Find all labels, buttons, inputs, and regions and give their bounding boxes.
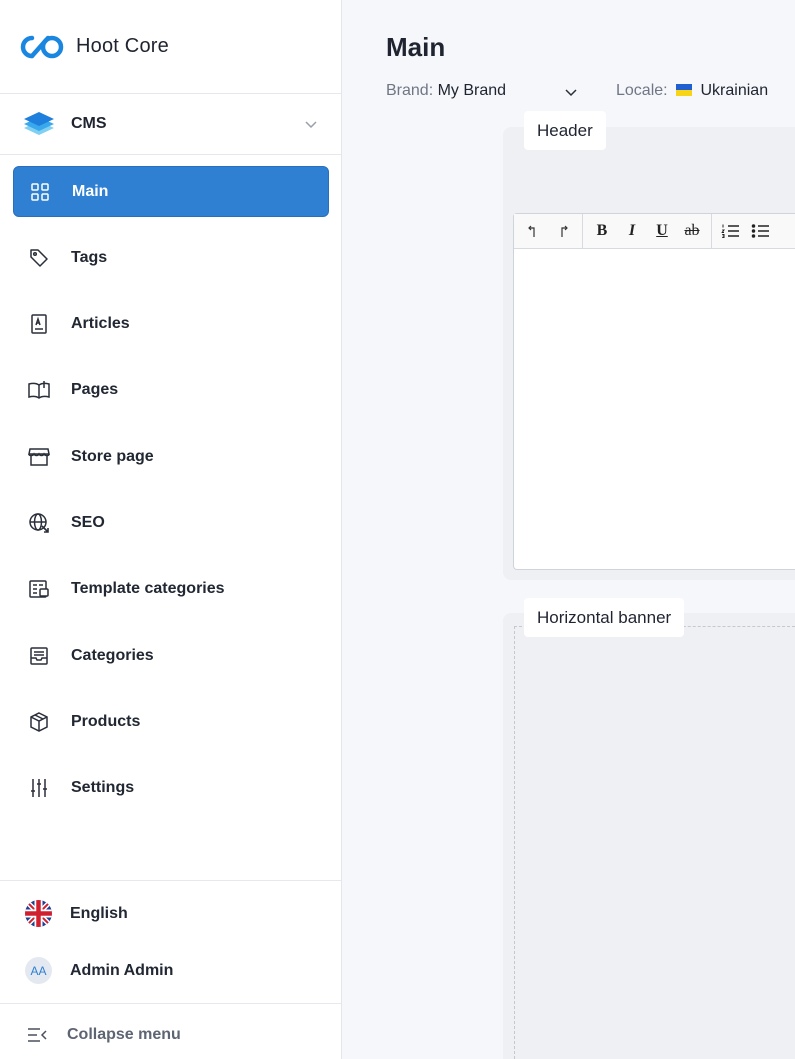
page-title: Main — [386, 32, 446, 62]
sidebar-item-label: Categories — [71, 646, 154, 664]
list-group — [712, 214, 780, 249]
avatar: AA — [25, 957, 52, 984]
sidebar-item-store-page[interactable]: Store page — [13, 431, 329, 482]
sidebar-item-label: Pages — [71, 381, 119, 399]
editor-toolbar: B I U ab — [514, 213, 795, 249]
section-title-banner: Horizontal banner — [524, 598, 685, 637]
tag-icon — [27, 246, 51, 270]
sidebar-nav: Main Tags Articles Pages Store page SEO … — [13, 166, 329, 829]
sliders-icon — [27, 776, 51, 800]
chevron-down-icon — [565, 89, 577, 97]
section-title-header: Header — [524, 111, 606, 150]
sidebar-item-label: Products — [71, 712, 141, 730]
bullet-list-icon — [751, 224, 769, 238]
banner-dropzone[interactable] — [514, 626, 795, 1059]
rich-text-editor: B I U ab — [513, 213, 795, 570]
user-name: Admin Admin — [70, 961, 174, 979]
sidebar-item-main[interactable]: Main — [13, 166, 329, 217]
language-label: English — [70, 904, 128, 922]
locale-label: Locale: — [616, 82, 668, 99]
sidebar-item-articles[interactable]: Articles — [13, 299, 329, 350]
ua-flag-icon — [676, 84, 693, 96]
undo-icon — [528, 225, 535, 237]
redo-button[interactable] — [548, 218, 578, 244]
uk-flag-icon — [25, 900, 52, 927]
layers-icon — [24, 112, 54, 135]
brand-select[interactable]: Brand: My Brand — [386, 82, 577, 100]
format-group: B I U ab — [583, 213, 712, 249]
undo-button[interactable] — [518, 218, 548, 244]
sidebar-item-label: Settings — [71, 779, 135, 797]
sidebar-item-categories[interactable]: Categories — [13, 630, 329, 681]
sidebar-item-label: Store page — [71, 447, 154, 465]
sidebar-item-label: Template categories — [71, 580, 225, 598]
locale-value: Ukrainian — [700, 82, 769, 99]
sidebar-item-label: Articles — [71, 315, 130, 333]
underline-button[interactable]: U — [647, 218, 677, 244]
app-root: Hoot Core CMS Main Tags Articles Pages S… — [0, 0, 795, 1059]
logo-icon — [20, 35, 64, 58]
collapse-menu-button[interactable]: Collapse menu — [25, 1023, 181, 1047]
sidebar-item-label: Main — [72, 182, 109, 200]
box-icon — [27, 710, 51, 734]
sidebar-item-products[interactable]: Products — [13, 696, 329, 747]
globe-icon — [27, 511, 51, 535]
sidebar-item-tags[interactable]: Tags — [13, 232, 329, 283]
app-name: Hoot Core — [76, 35, 169, 57]
history-group — [514, 213, 583, 249]
ordered-list-button[interactable] — [716, 218, 746, 244]
sidebar-item-settings[interactable]: Settings — [13, 763, 329, 814]
brand-label: Brand: — [386, 82, 434, 99]
grid-icon — [28, 180, 52, 204]
ordered-list-icon — [721, 224, 739, 238]
divider — [0, 1003, 341, 1004]
category-icon — [27, 644, 51, 668]
chevron-down-icon — [305, 121, 317, 129]
language-switcher[interactable]: English — [25, 900, 128, 927]
strikethrough-button[interactable]: ab — [677, 218, 707, 244]
module-label: CMS — [71, 115, 107, 132]
sidebar-item-template-categories[interactable]: Template categories — [13, 564, 329, 615]
sidebar-item-seo[interactable]: SEO — [13, 497, 329, 548]
sidebar: Hoot Core CMS Main Tags Articles Pages S… — [0, 0, 342, 1059]
article-icon — [27, 312, 51, 336]
store-icon — [27, 445, 51, 469]
brand-header[interactable]: Hoot Core — [0, 0, 341, 94]
collapse-icon — [28, 1028, 47, 1042]
divider — [0, 880, 341, 881]
sidebar-item-label: SEO — [71, 513, 105, 531]
locale-select[interactable]: Locale: Ukrainian — [616, 82, 768, 100]
bullet-list-button[interactable] — [746, 218, 776, 244]
italic-button[interactable]: I — [617, 218, 647, 244]
sidebar-item-label: Tags — [71, 248, 108, 266]
user-menu[interactable]: AA Admin Admin — [25, 957, 173, 984]
book-icon — [27, 378, 51, 402]
module-switcher[interactable]: CMS — [0, 94, 341, 155]
redo-icon — [561, 225, 568, 237]
bold-button[interactable]: B — [587, 218, 617, 244]
sidebar-item-pages[interactable]: Pages — [13, 365, 329, 416]
collapse-menu-label: Collapse menu — [67, 1026, 181, 1043]
template-icon — [27, 577, 51, 601]
brand-value: My Brand — [437, 82, 507, 99]
editor-content-area[interactable] — [514, 249, 795, 569]
